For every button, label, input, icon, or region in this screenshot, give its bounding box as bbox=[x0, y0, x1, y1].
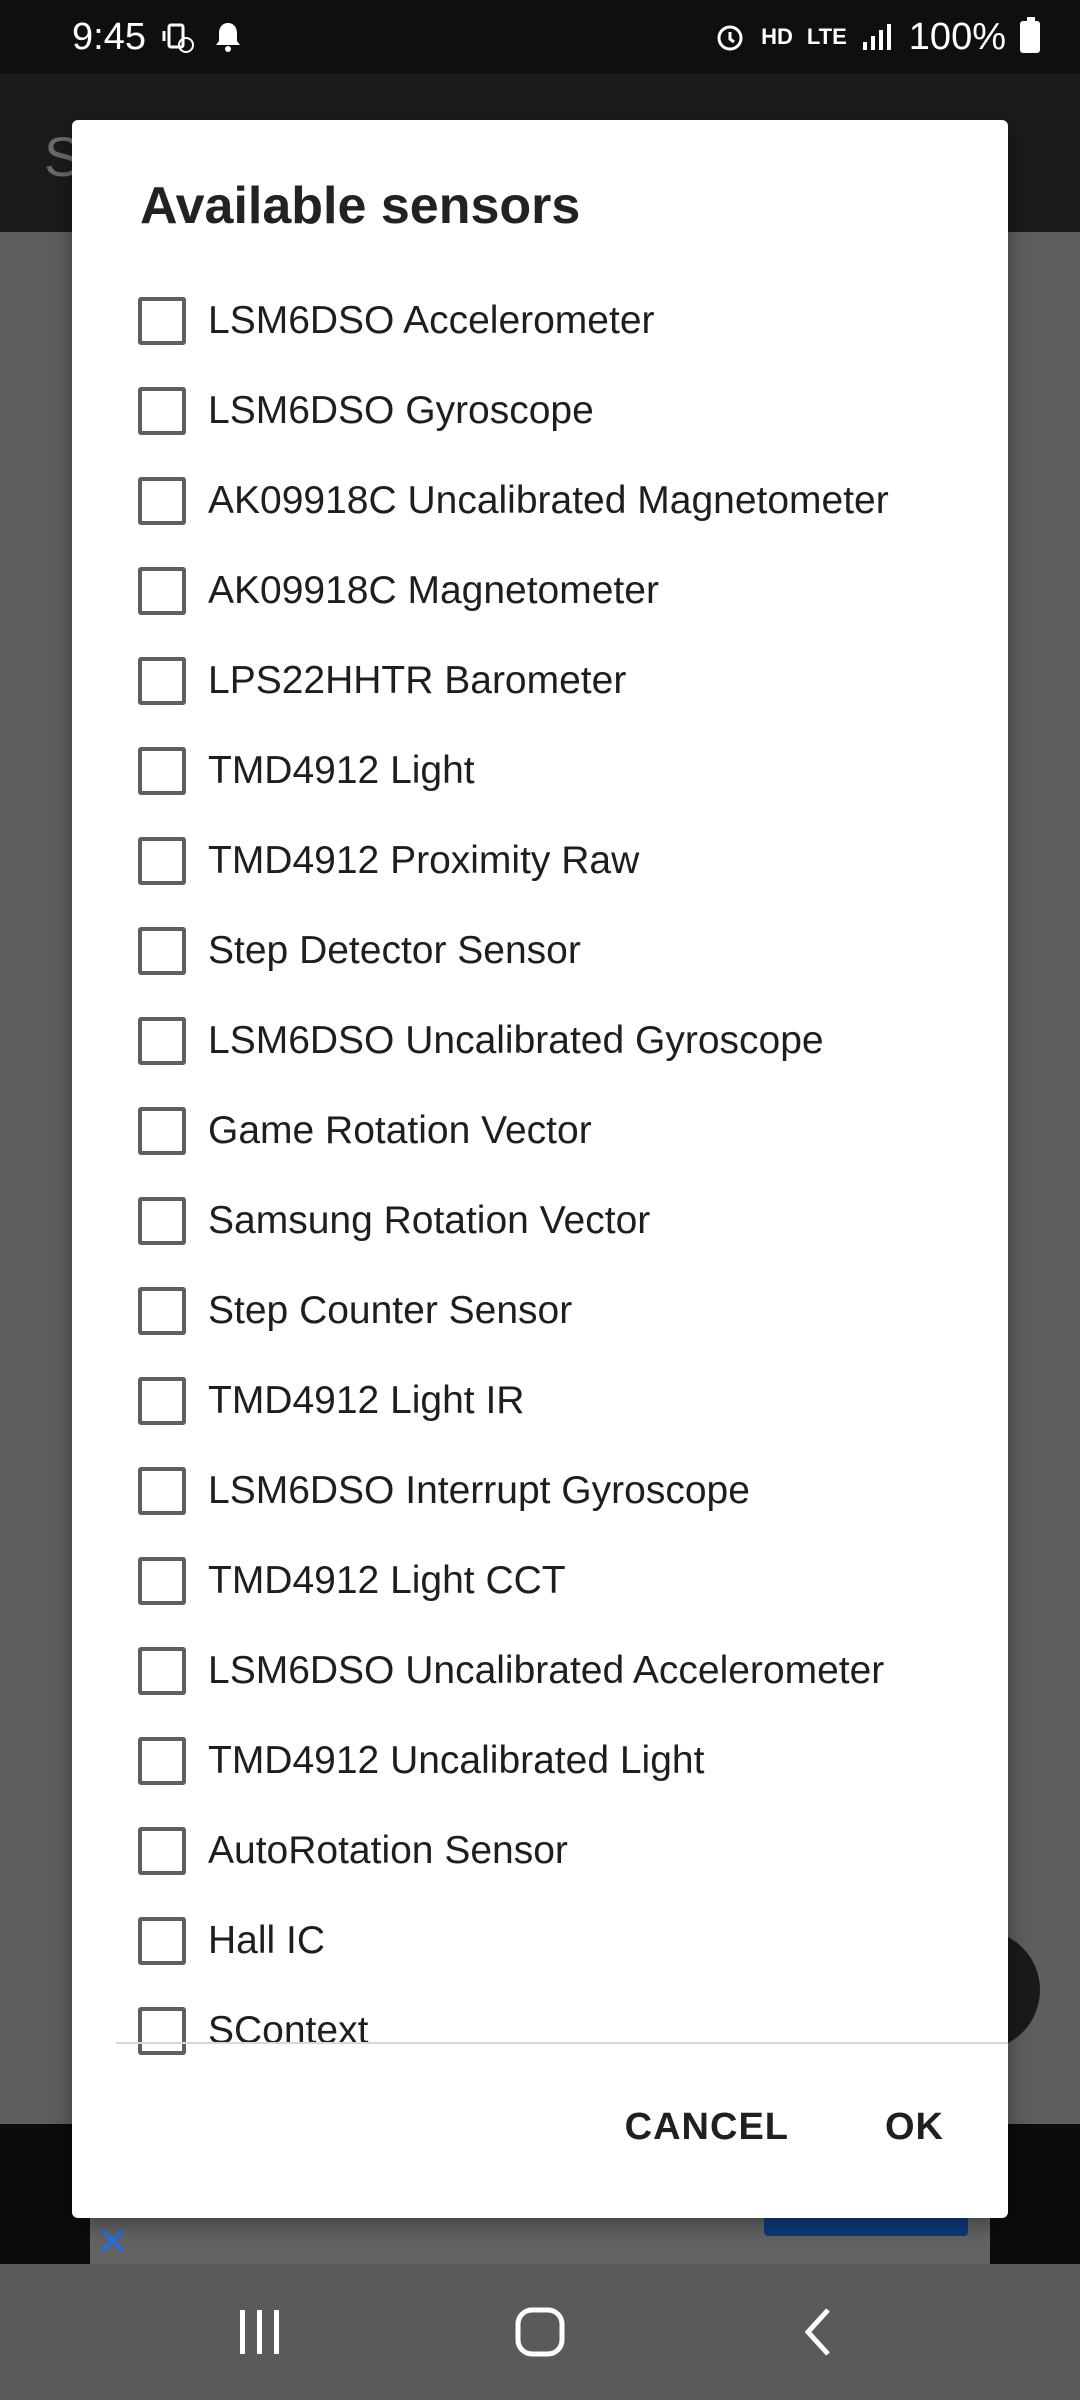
checkbox[interactable] bbox=[138, 1017, 186, 1065]
signal-icon bbox=[861, 22, 895, 52]
sensor-label: SContext bbox=[208, 2009, 369, 2052]
checkbox[interactable] bbox=[138, 747, 186, 795]
sensor-label: LSM6DSO Uncalibrated Accelerometer bbox=[208, 1649, 885, 1692]
checkbox[interactable] bbox=[138, 1827, 186, 1875]
status-left: 9:45 bbox=[72, 16, 246, 59]
sensor-label: AutoRotation Sensor bbox=[208, 1829, 568, 1872]
checkbox[interactable] bbox=[138, 477, 186, 525]
list-item[interactable]: TMD4912 Light bbox=[72, 726, 1008, 816]
navigation-bar bbox=[0, 2264, 1080, 2400]
sensor-select-dialog: Available sensors LSM6DSO Accelerometer L… bbox=[72, 120, 1008, 2218]
list-item[interactable]: TMD4912 Light IR bbox=[72, 1356, 1008, 1446]
ok-button[interactable]: OK bbox=[885, 2106, 944, 2149]
status-time: 9:45 bbox=[72, 15, 146, 58]
list-item[interactable]: Step Detector Sensor bbox=[72, 906, 1008, 996]
home-button[interactable] bbox=[480, 2282, 600, 2382]
sensor-label: TMD4912 Uncalibrated Light bbox=[208, 1739, 705, 1782]
sensor-label: TMD4912 Light CCT bbox=[208, 1559, 566, 1602]
sensor-label: LPS22HHTR Barometer bbox=[208, 659, 627, 702]
sensor-list[interactable]: LSM6DSO Accelerometer LSM6DSO Gyroscope AK… bbox=[72, 276, 1008, 2164]
sensor-label: LSM6DSO Interrupt Gyroscope bbox=[208, 1469, 750, 1512]
list-item[interactable]: Game Rotation Vector bbox=[72, 1086, 1008, 1176]
list-item[interactable]: AK09918C Magnetometer bbox=[72, 546, 1008, 636]
checkbox[interactable] bbox=[138, 837, 186, 885]
divider bbox=[116, 2042, 1008, 2044]
checkbox[interactable] bbox=[138, 1107, 186, 1155]
status-right: HD LTE 100% bbox=[713, 16, 1040, 59]
checkbox[interactable] bbox=[138, 1377, 186, 1425]
list-item[interactable]: LSM6DSO Accelerometer bbox=[72, 276, 1008, 366]
list-item[interactable]: AutoRotation Sensor bbox=[72, 1806, 1008, 1896]
checkbox[interactable] bbox=[138, 387, 186, 435]
checkbox[interactable] bbox=[138, 1917, 186, 1965]
checkbox[interactable] bbox=[138, 1647, 186, 1695]
lte-indicator: LTE bbox=[806, 24, 847, 49]
cancel-button[interactable]: CANCEL bbox=[625, 2106, 789, 2149]
list-item[interactable]: LSM6DSO Interrupt Gyroscope bbox=[72, 1446, 1008, 1536]
home-icon bbox=[515, 2307, 565, 2357]
list-item[interactable]: LSM6DSO Uncalibrated Accelerometer bbox=[72, 1626, 1008, 1716]
checkbox[interactable] bbox=[138, 657, 186, 705]
sensor-label: AK09918C Uncalibrated Magnetometer bbox=[208, 479, 889, 522]
list-item[interactable]: Hall IC bbox=[72, 1896, 1008, 1986]
sensor-label: Step Counter Sensor bbox=[208, 1289, 573, 1332]
close-icon[interactable]: ✕ bbox=[96, 2222, 130, 2262]
list-item[interactable]: TMD4912 Uncalibrated Light bbox=[72, 1716, 1008, 1806]
list-item[interactable]: LPS22HHTR Barometer bbox=[72, 636, 1008, 726]
sensor-label: Step Detector Sensor bbox=[208, 929, 581, 972]
checkbox[interactable] bbox=[138, 1557, 186, 1605]
checkbox[interactable] bbox=[138, 567, 186, 615]
sensor-label: LSM6DSO Accelerometer bbox=[208, 299, 655, 342]
sensor-label: LSM6DSO Gyroscope bbox=[208, 389, 594, 432]
sensor-label: Samsung Rotation Vector bbox=[208, 1199, 651, 1242]
sensor-label: TMD4912 Proximity Raw bbox=[208, 839, 640, 882]
list-item[interactable]: LSM6DSO Gyroscope bbox=[72, 366, 1008, 456]
vibrate-icon bbox=[160, 19, 196, 55]
list-item[interactable]: Samsung Rotation Vector bbox=[72, 1176, 1008, 1266]
checkbox[interactable] bbox=[138, 2007, 186, 2055]
sensor-label: AK09918C Magnetometer bbox=[208, 569, 659, 612]
checkbox[interactable] bbox=[138, 1287, 186, 1335]
list-item[interactable]: Step Counter Sensor bbox=[72, 1266, 1008, 1356]
checkbox[interactable] bbox=[138, 297, 186, 345]
sensor-label: TMD4912 Light IR bbox=[208, 1379, 525, 1422]
checkbox[interactable] bbox=[138, 1197, 186, 1245]
back-button[interactable] bbox=[760, 2282, 880, 2382]
recents-icon bbox=[240, 2310, 279, 2354]
status-bar: 9:45 HD LTE 100% bbox=[0, 0, 1080, 74]
alarm-icon bbox=[713, 20, 747, 54]
checkbox[interactable] bbox=[138, 927, 186, 975]
notification-bell-icon bbox=[210, 19, 246, 55]
sensor-label: Hall IC bbox=[208, 1919, 326, 1962]
back-icon bbox=[804, 2308, 830, 2356]
recents-button[interactable] bbox=[200, 2282, 320, 2382]
sensor-label: TMD4912 Light bbox=[208, 749, 475, 792]
sensor-label: Game Rotation Vector bbox=[208, 1109, 592, 1152]
hd-voice-indicator: HD bbox=[761, 24, 793, 49]
dialog-title: Available sensors bbox=[140, 177, 581, 235]
checkbox[interactable] bbox=[138, 1467, 186, 1515]
list-item[interactable]: TMD4912 Light CCT bbox=[72, 1536, 1008, 1626]
list-item[interactable]: TMD4912 Proximity Raw bbox=[72, 816, 1008, 906]
battery-icon bbox=[1020, 17, 1040, 53]
list-item[interactable]: LSM6DSO Uncalibrated Gyroscope bbox=[72, 996, 1008, 1086]
checkbox[interactable] bbox=[138, 1737, 186, 1785]
battery-percent: 100% bbox=[908, 15, 1006, 58]
list-item[interactable]: AK09918C Uncalibrated Magnetometer bbox=[72, 456, 1008, 546]
sensor-label: LSM6DSO Uncalibrated Gyroscope bbox=[208, 1019, 824, 1062]
list-item[interactable]: SContext bbox=[72, 1986, 1008, 2076]
dialog-actions: CANCEL OK bbox=[625, 2106, 944, 2149]
